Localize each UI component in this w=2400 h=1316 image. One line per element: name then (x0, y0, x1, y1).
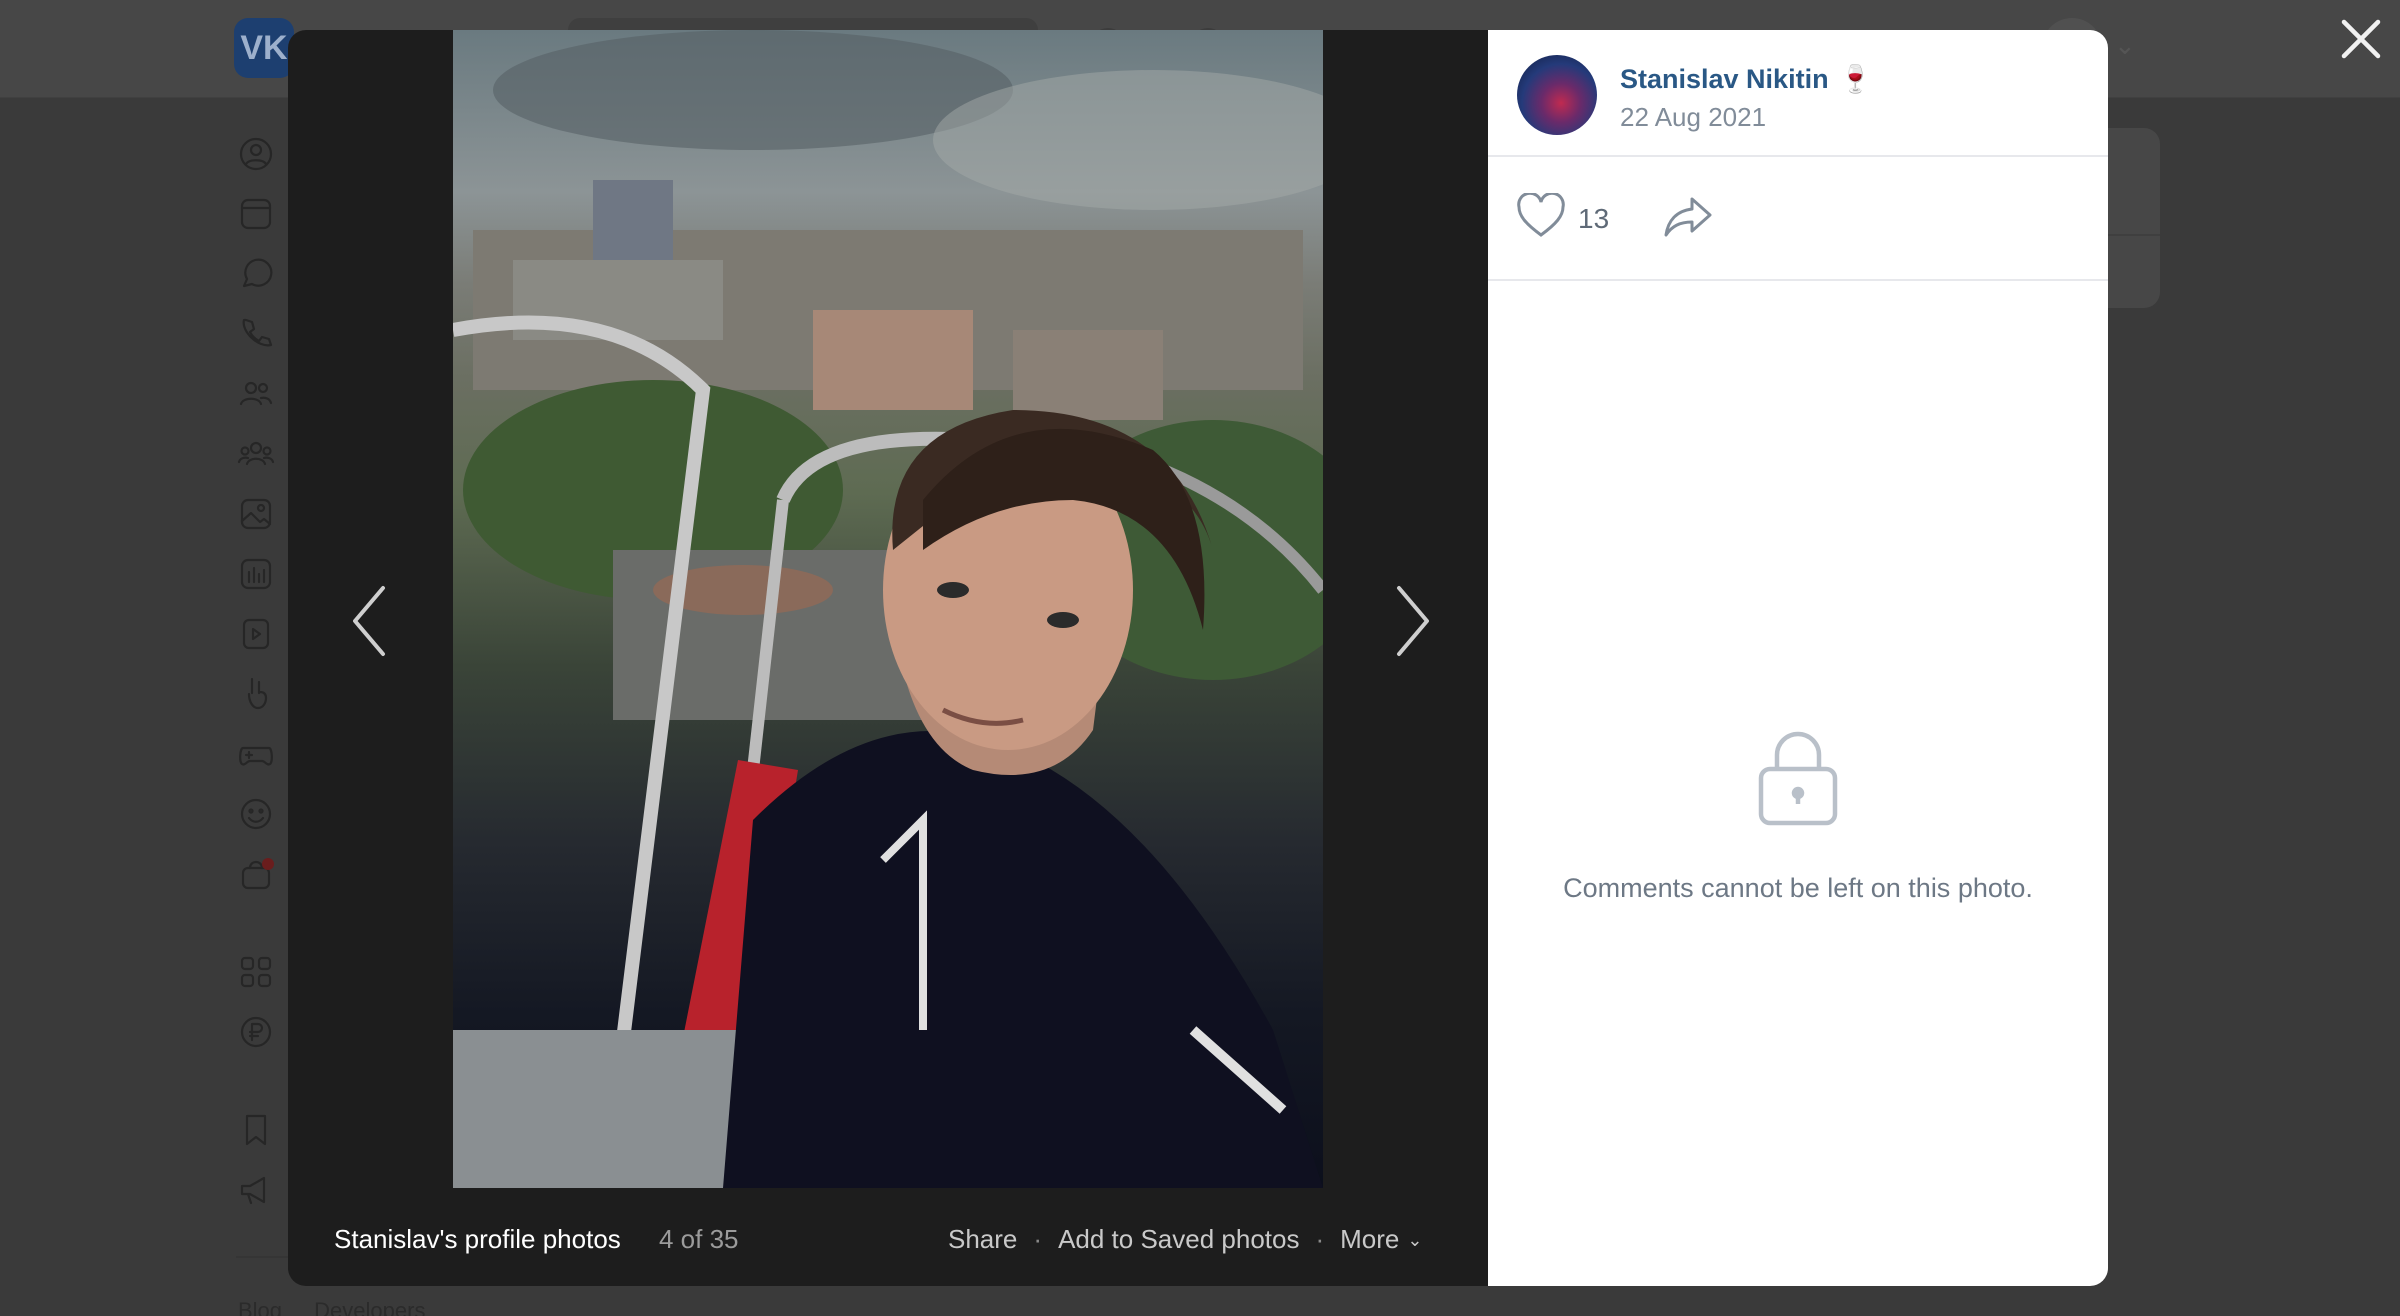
author-header: Stanislav Nikitin 🍷 22 Aug 2021 (1488, 30, 2108, 157)
add-to-saved-link[interactable]: Add to Saved photos (1058, 1224, 1299, 1255)
background-chevron-down-icon: ⌄ (2114, 30, 2136, 60)
friends-icon (236, 374, 282, 420)
market-icon (236, 854, 282, 900)
messages-icon (236, 254, 282, 300)
comments-locked-notice: Comments cannot be left on this photo. (1488, 725, 2108, 904)
author-name: Stanislav Nikitin (1620, 64, 1829, 94)
photo-pane: Stanislav's profile photos 4 of 35 Share… (288, 30, 1488, 1286)
apps-icon (236, 952, 282, 998)
share-arrow-icon[interactable] (1662, 193, 1714, 241)
like-button[interactable]: 13 (1516, 191, 1610, 244)
vk-logo: VK (234, 18, 294, 78)
ads-icon (236, 1170, 282, 1216)
games-icon (236, 734, 282, 780)
photo-actions: Share · Add to Saved photos · More ⌄ (948, 1224, 1422, 1255)
background-card-divider (2106, 234, 2160, 236)
more-label: More (1340, 1224, 1400, 1254)
photo-date: 22 Aug 2021 (1620, 102, 1767, 132)
news-icon (236, 194, 282, 240)
background-footer: Blog Developers (238, 1298, 451, 1316)
music-icon (236, 554, 282, 600)
calls-icon (236, 314, 282, 360)
photo-position: 4 of 35 (659, 1224, 739, 1254)
chevron-right-icon[interactable] (1381, 576, 1441, 666)
payments-icon (236, 1012, 282, 1058)
separator: · (1033, 1224, 1043, 1254)
profile-icon (236, 134, 282, 180)
photo[interactable] (453, 30, 1323, 1188)
info-pane: Stanislav Nikitin 🍷 22 Aug 2021 13 Commen… (1488, 30, 2108, 1286)
close-icon[interactable] (2338, 16, 2384, 62)
like-count: 13 (1578, 202, 1610, 234)
lock-icon (1753, 725, 1843, 829)
more-button[interactable]: More ⌄ (1340, 1224, 1422, 1255)
photo-footer: Stanislav's profile photos 4 of 35 Share… (288, 1188, 1488, 1286)
stickers-icon (236, 794, 282, 840)
album-title-link[interactable]: Stanislav's profile photos (334, 1224, 621, 1255)
wine-glass-emoji: 🍷 (1838, 64, 1873, 94)
clips-icon (236, 674, 282, 720)
video-icon (236, 614, 282, 660)
footer-link-blog: Blog (238, 1298, 283, 1316)
comments-disabled-text: Comments cannot be left on this photo. (1563, 873, 2033, 903)
author-name-link[interactable]: Stanislav Nikitin 🍷 (1620, 63, 1872, 95)
share-link[interactable]: Share (948, 1224, 1017, 1255)
reaction-bar: 13 (1488, 157, 2108, 281)
heart-icon (1516, 191, 1566, 244)
photo-viewer: Stanislav's profile photos 4 of 35 Share… (288, 30, 2108, 1286)
photos-icon (236, 494, 282, 540)
separator: · (1315, 1224, 1325, 1254)
chevron-left-icon[interactable] (341, 576, 401, 666)
notification-dot (262, 858, 274, 870)
chevron-down-icon: ⌄ (1407, 1230, 1423, 1250)
communities-icon (236, 434, 282, 480)
avatar[interactable] (1517, 55, 1597, 135)
background-footer-divider (236, 1256, 296, 1258)
bookmarks-icon (236, 1110, 282, 1156)
footer-link-developers: Developers (314, 1298, 426, 1316)
